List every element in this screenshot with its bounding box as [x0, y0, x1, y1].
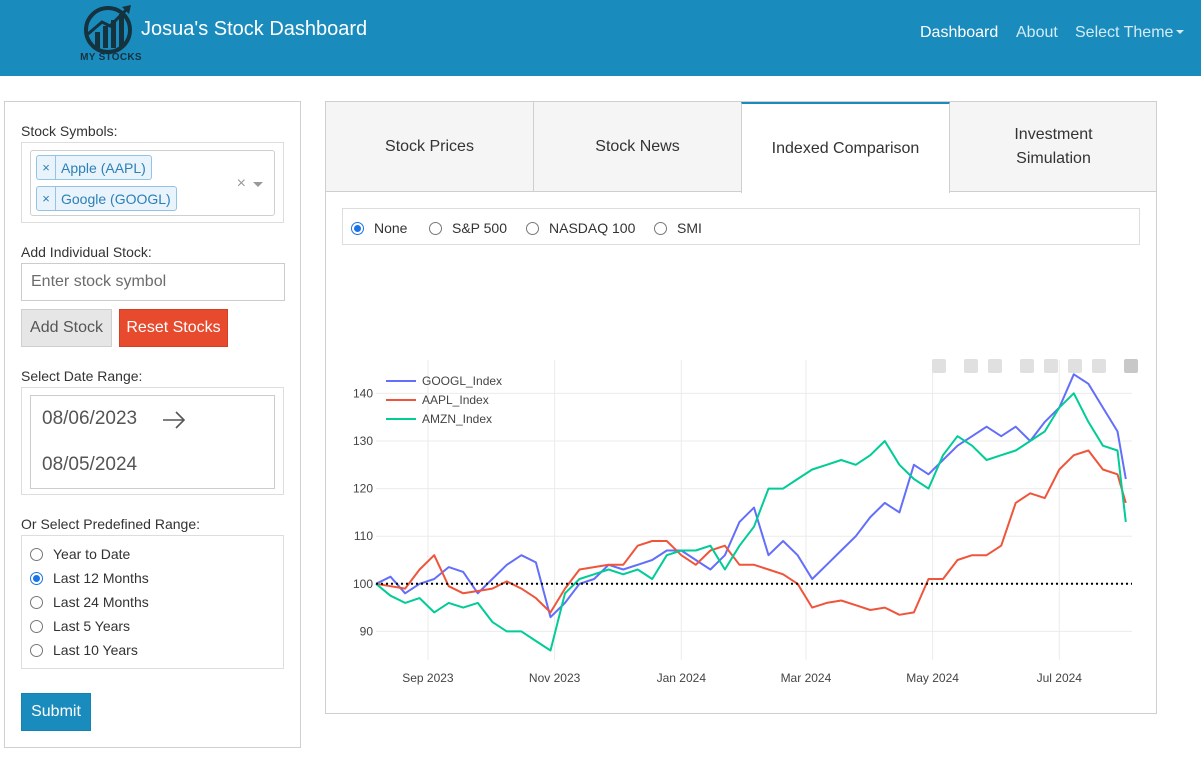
radio-checked-icon	[351, 221, 364, 235]
radio-icon	[654, 221, 667, 235]
x-tick-label: Jan 2024	[657, 671, 707, 685]
zoom-out-icon[interactable]	[1044, 359, 1058, 373]
chip-remove-icon[interactable]: ×	[37, 187, 56, 210]
range-option-12m[interactable]: Last 12 Months	[30, 570, 149, 586]
add-stock-button[interactable]: Add Stock	[21, 309, 112, 347]
range-option-label: Last 24 Months	[53, 594, 149, 610]
range-option-label: Last 5 Years	[53, 618, 131, 634]
reset-stocks-button[interactable]: Reset Stocks	[119, 309, 228, 347]
navbar: MY STOCKS Josua's Stock Dashboard Dashbo…	[0, 0, 1201, 76]
start-date-input[interactable]: 08/06/2023	[42, 408, 137, 430]
predefined-range-label: Or Select Predefined Range:	[21, 516, 200, 532]
y-tick-label: 120	[353, 482, 373, 496]
range-option-label: Year to Date	[53, 546, 131, 562]
nav-dashboard[interactable]: Dashboard	[920, 24, 998, 42]
date-range-group: 08/06/2023 08/05/2024	[21, 387, 284, 495]
benchmark-selector: None S&P 500 NASDAQ 100 SMI	[342, 208, 1140, 245]
benchmark-label: None	[374, 220, 408, 236]
benchmark-label: NASDAQ 100	[549, 220, 636, 236]
zoom-in-icon[interactable]	[1020, 359, 1034, 373]
sidebar: Stock Symbols: × Apple (AAPL) × Google (…	[4, 101, 301, 748]
range-option-ytd[interactable]: Year to Date	[30, 546, 130, 562]
stock-symbols-select[interactable]: × Apple (AAPL) × Google (GOOGL) ×	[30, 150, 275, 216]
stock-symbols-label: Stock Symbols:	[21, 123, 118, 139]
home-icon[interactable]	[1092, 359, 1106, 373]
x-tick-label: Sep 2023	[402, 671, 454, 685]
date-range-label: Select Date Range:	[21, 368, 143, 384]
nav-about[interactable]: About	[1016, 24, 1058, 42]
benchmark-sp500[interactable]: S&P 500	[429, 220, 507, 236]
range-option-label: Last 12 Months	[53, 570, 149, 586]
chip-label: Google (GOOGL)	[61, 190, 171, 207]
nav-select-theme[interactable]: Select Theme	[1075, 24, 1185, 42]
pan-icon[interactable]	[988, 359, 1002, 373]
legend-label: AMZN_Index	[422, 412, 492, 426]
series-line-aapl-index	[375, 449, 1127, 616]
x-tick-label: May 2024	[906, 671, 959, 685]
benchmark-smi[interactable]: SMI	[654, 220, 702, 236]
date-range-picker: 08/06/2023 08/05/2024	[30, 395, 275, 489]
benchmark-none[interactable]: None	[351, 220, 407, 236]
tab-bar: Stock Prices Stock News Indexed Comparis…	[326, 102, 1157, 193]
radio-icon	[30, 547, 43, 561]
clear-all-icon[interactable]: ×	[237, 175, 246, 193]
plotly-logo-icon[interactable]	[1124, 359, 1138, 373]
radio-icon	[30, 595, 43, 609]
nav-select-theme-label: Select Theme	[1075, 24, 1174, 41]
submit-button[interactable]: Submit	[21, 693, 91, 731]
chip-remove-icon[interactable]: ×	[37, 156, 56, 179]
chip-googl: × Google (GOOGL)	[36, 186, 177, 211]
chip-label: Apple (AAPL)	[61, 159, 146, 176]
zoom-icon[interactable]	[964, 359, 978, 373]
tab-stock-news[interactable]: Stock News	[534, 102, 742, 192]
x-tick-label: Jul 2024	[1037, 671, 1083, 685]
x-tick-label: Nov 2023	[529, 671, 581, 685]
caret-down-icon	[1176, 29, 1185, 34]
autoscale-icon[interactable]	[1068, 359, 1082, 373]
benchmark-label: S&P 500	[452, 220, 508, 236]
chip-aapl: × Apple (AAPL)	[36, 155, 152, 180]
range-option-5y[interactable]: Last 5 Years	[30, 618, 130, 634]
camera-icon[interactable]	[932, 359, 946, 373]
range-option-label: Last 10 Years	[53, 642, 138, 658]
tab-investment-simulation[interactable]: Investment Simulation	[950, 102, 1157, 192]
arrow-right-icon	[163, 411, 186, 429]
x-tick-label: Mar 2024	[781, 671, 832, 685]
range-option-24m[interactable]: Last 24 Months	[30, 594, 149, 610]
dropdown-caret-icon[interactable]	[253, 182, 263, 187]
y-tick-label: 130	[353, 434, 373, 448]
legend-label: AAPL_Index	[422, 393, 489, 407]
radio-checked-icon	[30, 571, 43, 585]
y-tick-label: 140	[353, 386, 373, 400]
series-line-googl-index	[375, 373, 1127, 619]
legend-label: GOOGL_Index	[422, 374, 502, 388]
y-tick-label: 110	[354, 529, 373, 543]
tab-indexed-comparison[interactable]: Indexed Comparison	[741, 102, 950, 193]
main-panel: Stock Prices Stock News Indexed Comparis…	[325, 101, 1157, 714]
radio-icon	[30, 619, 43, 633]
benchmark-nasdaq100[interactable]: NASDAQ 100	[526, 220, 635, 236]
brand-title[interactable]: Josua's Stock Dashboard	[141, 18, 367, 41]
add-stock-label: Add Individual Stock:	[21, 244, 152, 260]
benchmark-label: SMI	[677, 220, 702, 236]
indexed-comparison-chart[interactable]: Sep 2023 Nov 2023 Jan 2024 Mar 2024 May 2024…	[326, 252, 1156, 712]
stock-symbols-group: × Apple (AAPL) × Google (GOOGL) ×	[21, 142, 284, 223]
radio-icon	[429, 221, 442, 235]
tab-stock-prices[interactable]: Stock Prices	[326, 102, 534, 192]
radio-icon	[30, 643, 43, 657]
y-tick-label: 90	[360, 624, 374, 638]
y-tick-label: 100	[353, 577, 373, 591]
predefined-range-group: Year to Date Last 12 Months Last 24 Mont…	[21, 535, 284, 669]
logo-text: MY STOCKS	[80, 52, 142, 63]
radio-icon	[526, 221, 539, 235]
end-date-input[interactable]: 08/05/2024	[42, 454, 137, 476]
series-line-amzn-index	[375, 392, 1127, 652]
stock-symbol-input[interactable]	[21, 263, 285, 301]
range-option-10y[interactable]: Last 10 Years	[30, 642, 138, 658]
